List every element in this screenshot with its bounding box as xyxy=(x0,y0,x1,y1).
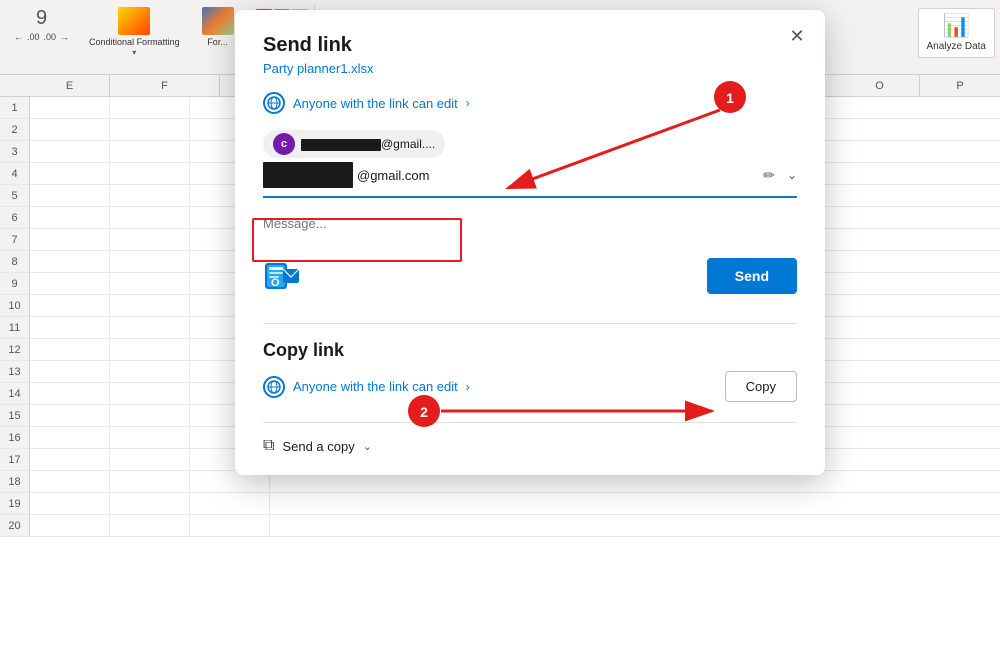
outlook-icon: O xyxy=(263,257,301,295)
send-link-modal: ✕ Send link Party planner1.xlsx Anyone w… xyxy=(235,10,825,475)
edit-icon[interactable]: ✏ xyxy=(763,167,775,184)
table-row[interactable]: 19 xyxy=(0,493,1000,515)
analyze-data-button[interactable]: 📊 Analyze Data xyxy=(918,8,995,58)
analyze-data-icon: 📊 xyxy=(943,13,970,39)
cf-icon xyxy=(118,7,150,35)
copy-link-permission-row[interactable]: Anyone with the link can edit › xyxy=(263,376,470,398)
modal-title: Send link xyxy=(263,34,797,57)
chip-email-redacted: @gmail.... xyxy=(301,137,435,151)
close-button[interactable]: ✕ xyxy=(783,22,811,50)
number-format-section: 9 ← .00 .00 → xyxy=(10,5,73,44)
conditional-formatting-button[interactable]: Conditional Formatting ▾ xyxy=(83,5,186,59)
email-input-box[interactable]: @gmail.com xyxy=(263,162,755,188)
section-divider xyxy=(263,323,797,324)
email-suffix: @gmail.com xyxy=(353,164,433,187)
avatar: c xyxy=(273,133,295,155)
send-copy-label: Send a copy xyxy=(282,439,354,454)
send-copy-chevron-icon: ⌄ xyxy=(363,440,372,453)
arrow-left: ← xyxy=(14,32,23,42)
format-label: For... xyxy=(207,37,228,47)
email-chip: c @gmail.... xyxy=(263,130,445,158)
message-input[interactable] xyxy=(263,210,797,237)
globe-icon xyxy=(263,92,285,114)
format-table-icon xyxy=(202,7,234,35)
copy-link-row: Anyone with the link can edit › Copy xyxy=(263,371,797,402)
col-header-e: E xyxy=(30,75,110,97)
send-copy-icon: ⧉ xyxy=(263,437,274,455)
copy-button[interactable]: Copy xyxy=(725,371,797,402)
modal-filename: Party planner1.xlsx xyxy=(263,61,797,76)
format-table-button[interactable]: For... xyxy=(196,5,240,49)
close-icon: ✕ xyxy=(789,26,804,47)
permission-row[interactable]: Anyone with the link can edit › xyxy=(263,92,797,114)
send-copy-row[interactable]: ⧉ Send a copy ⌄ xyxy=(263,422,797,455)
col-header-o: O xyxy=(840,75,920,97)
permission-chevron: › xyxy=(466,96,470,110)
col-header-f: F xyxy=(110,75,220,97)
email-prefix-redacted xyxy=(263,162,353,188)
num1: .00 xyxy=(27,32,40,42)
email-input-row: @gmail.com ✏ ⌄ xyxy=(263,162,797,188)
email-input-section: @gmail.com ✏ ⌄ xyxy=(263,162,797,198)
email-chips-row: c @gmail.... xyxy=(263,130,797,158)
cf-chevron: ▾ xyxy=(132,48,136,57)
num2: .00 xyxy=(44,32,57,42)
table-row[interactable]: 20 xyxy=(0,515,1000,537)
copy-link-permission-text: Anyone with the link can edit xyxy=(293,379,458,394)
copy-link-globe-icon xyxy=(263,376,285,398)
svg-text:O: O xyxy=(271,277,280,289)
col-header-p: P xyxy=(920,75,1000,97)
permission-text: Anyone with the link can edit xyxy=(293,96,458,111)
send-row: O Send xyxy=(263,249,797,303)
send-button[interactable]: Send xyxy=(707,258,797,294)
chevron-down-icon[interactable]: ⌄ xyxy=(787,168,797,182)
number-icon: 9 xyxy=(36,7,47,30)
copy-link-title: Copy link xyxy=(263,340,797,361)
analyze-data-label: Analyze Data xyxy=(927,41,986,53)
toolbar-arrows: ← .00 .00 → xyxy=(14,32,69,42)
cf-label: Conditional Formatting xyxy=(89,37,180,48)
arrow-right: → xyxy=(60,32,69,42)
copy-link-chevron-icon: › xyxy=(466,380,470,394)
